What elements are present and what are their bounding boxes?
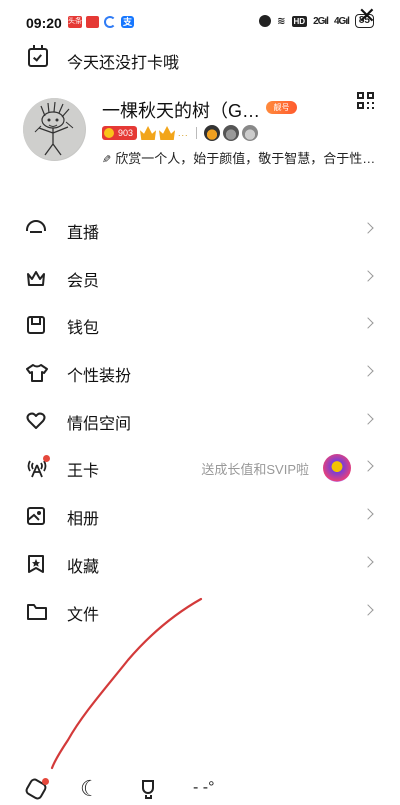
chevron-right-icon	[362, 603, 374, 616]
medal-icon	[222, 125, 239, 141]
notification-dot	[43, 455, 50, 463]
wifi-icon: ≋	[277, 15, 286, 27]
signature[interactable]: ✎欣赏一个人，始于颜值，敬于智慧，合于性格，久于善良，终于人品。	[102, 148, 378, 167]
badge-row[interactable]: 903 ...	[102, 124, 258, 142]
more-levels: ...	[178, 128, 189, 138]
status-bar: 09:20 头条 支 ≋ HD 2Gıl 4Gıl 85	[0, 0, 400, 44]
album-icon	[26, 506, 46, 526]
hd-label: HD	[291, 15, 308, 27]
live-icon	[26, 220, 46, 231]
trophy-icon[interactable]	[137, 778, 159, 800]
menu-item-label: 钱包	[67, 320, 100, 338]
menu-item-label: 直播	[67, 225, 100, 242]
settings-icon[interactable]	[23, 776, 49, 802]
status-time: 09:20	[26, 15, 62, 31]
pencil-icon: ✎	[102, 154, 112, 166]
moon-icon[interactable]: ☾	[80, 778, 100, 800]
wallet-icon	[26, 315, 46, 335]
chevron-right-icon	[362, 365, 374, 377]
checkin-banner[interactable]: 今天还没打卡哦	[0, 40, 400, 76]
notification-dot	[42, 778, 49, 785]
calendar-check-icon	[28, 45, 48, 67]
weather-temperature[interactable]: - -°	[193, 778, 215, 800]
chevron-right-icon	[362, 460, 374, 473]
menu-item-membership[interactable]: 会员	[0, 254, 400, 302]
menu-item-king-card[interactable]: 王卡 送成长值和SVIP啦	[0, 444, 400, 492]
crown-icon	[26, 268, 46, 288]
chevron-right-icon	[362, 222, 374, 234]
nickname[interactable]: 一棵秋天的树（G…	[102, 97, 260, 123]
menu-item-label: 相册	[67, 511, 100, 529]
menu-item-favorites[interactable]: 收藏	[0, 540, 400, 588]
signature-text: 欣赏一个人，始于颜值，敬于智慧，合于性格，久于善良，终于人品。	[115, 151, 378, 166]
chevron-right-icon	[362, 270, 374, 282]
toutiao-notification-icon: 头条	[68, 16, 82, 28]
menu-item-files[interactable]: 文件	[0, 588, 400, 636]
drawer-menu: 直播 会员 钱包 个性装扮 情侣空间 王卡 送成长值和SVIP啦 相册 收藏 文…	[0, 206, 400, 635]
menu-item-live[interactable]: 直播	[0, 206, 400, 254]
promo-text: 送成长值和SVIP啦	[201, 462, 309, 478]
level-badge: 903	[102, 126, 138, 140]
mail-notification-icon	[86, 16, 99, 28]
doodle-avatar-image	[23, 98, 85, 160]
medal-icon	[203, 125, 220, 141]
medal-icon	[241, 125, 258, 141]
bookmark-star-icon	[26, 554, 46, 574]
menu-item-label: 个性装扮	[67, 368, 132, 386]
alarm-icon	[259, 15, 272, 27]
menu-item-album[interactable]: 相册	[0, 492, 400, 540]
menu-item-label: 情侣空间	[67, 415, 132, 433]
menu-item-wallet[interactable]: 钱包	[0, 301, 400, 349]
crown-icon	[140, 126, 157, 140]
chevron-right-icon	[362, 317, 374, 330]
alipay-notification-icon: 支	[121, 16, 134, 28]
divider	[195, 127, 197, 139]
chevron-right-icon	[362, 413, 374, 425]
svip-promo-icon	[323, 454, 351, 483]
menu-item-personalization[interactable]: 个性装扮	[0, 349, 400, 397]
qr-code-icon[interactable]	[357, 92, 374, 109]
signal-card-icon	[26, 458, 47, 478]
signal-4g: 4Gıl	[333, 15, 350, 27]
avatar[interactable]	[23, 98, 86, 161]
menu-item-label: 会员	[67, 272, 100, 290]
tshirt-icon	[26, 363, 48, 383]
folder-icon	[26, 602, 47, 622]
bottom-toolbar: ☾ - -°	[0, 776, 400, 805]
heart-icon	[26, 411, 46, 431]
chevron-right-icon	[362, 508, 374, 520]
chevron-right-icon	[362, 556, 374, 568]
sync-notification-icon	[104, 16, 116, 28]
crown-icon	[159, 126, 176, 140]
close-icon[interactable]: ✕	[358, 3, 376, 29]
signal-2g: 2Gıl	[313, 15, 329, 27]
menu-item-label: 文件	[67, 606, 100, 624]
menu-item-label: 收藏	[67, 558, 100, 576]
checkin-text: 今天还没打卡哦	[67, 55, 180, 72]
menu-item-label: 王卡	[67, 463, 100, 481]
vip-number-tag[interactable]: 靓号	[266, 101, 297, 114]
menu-item-couple-space[interactable]: 情侣空间	[0, 397, 400, 445]
